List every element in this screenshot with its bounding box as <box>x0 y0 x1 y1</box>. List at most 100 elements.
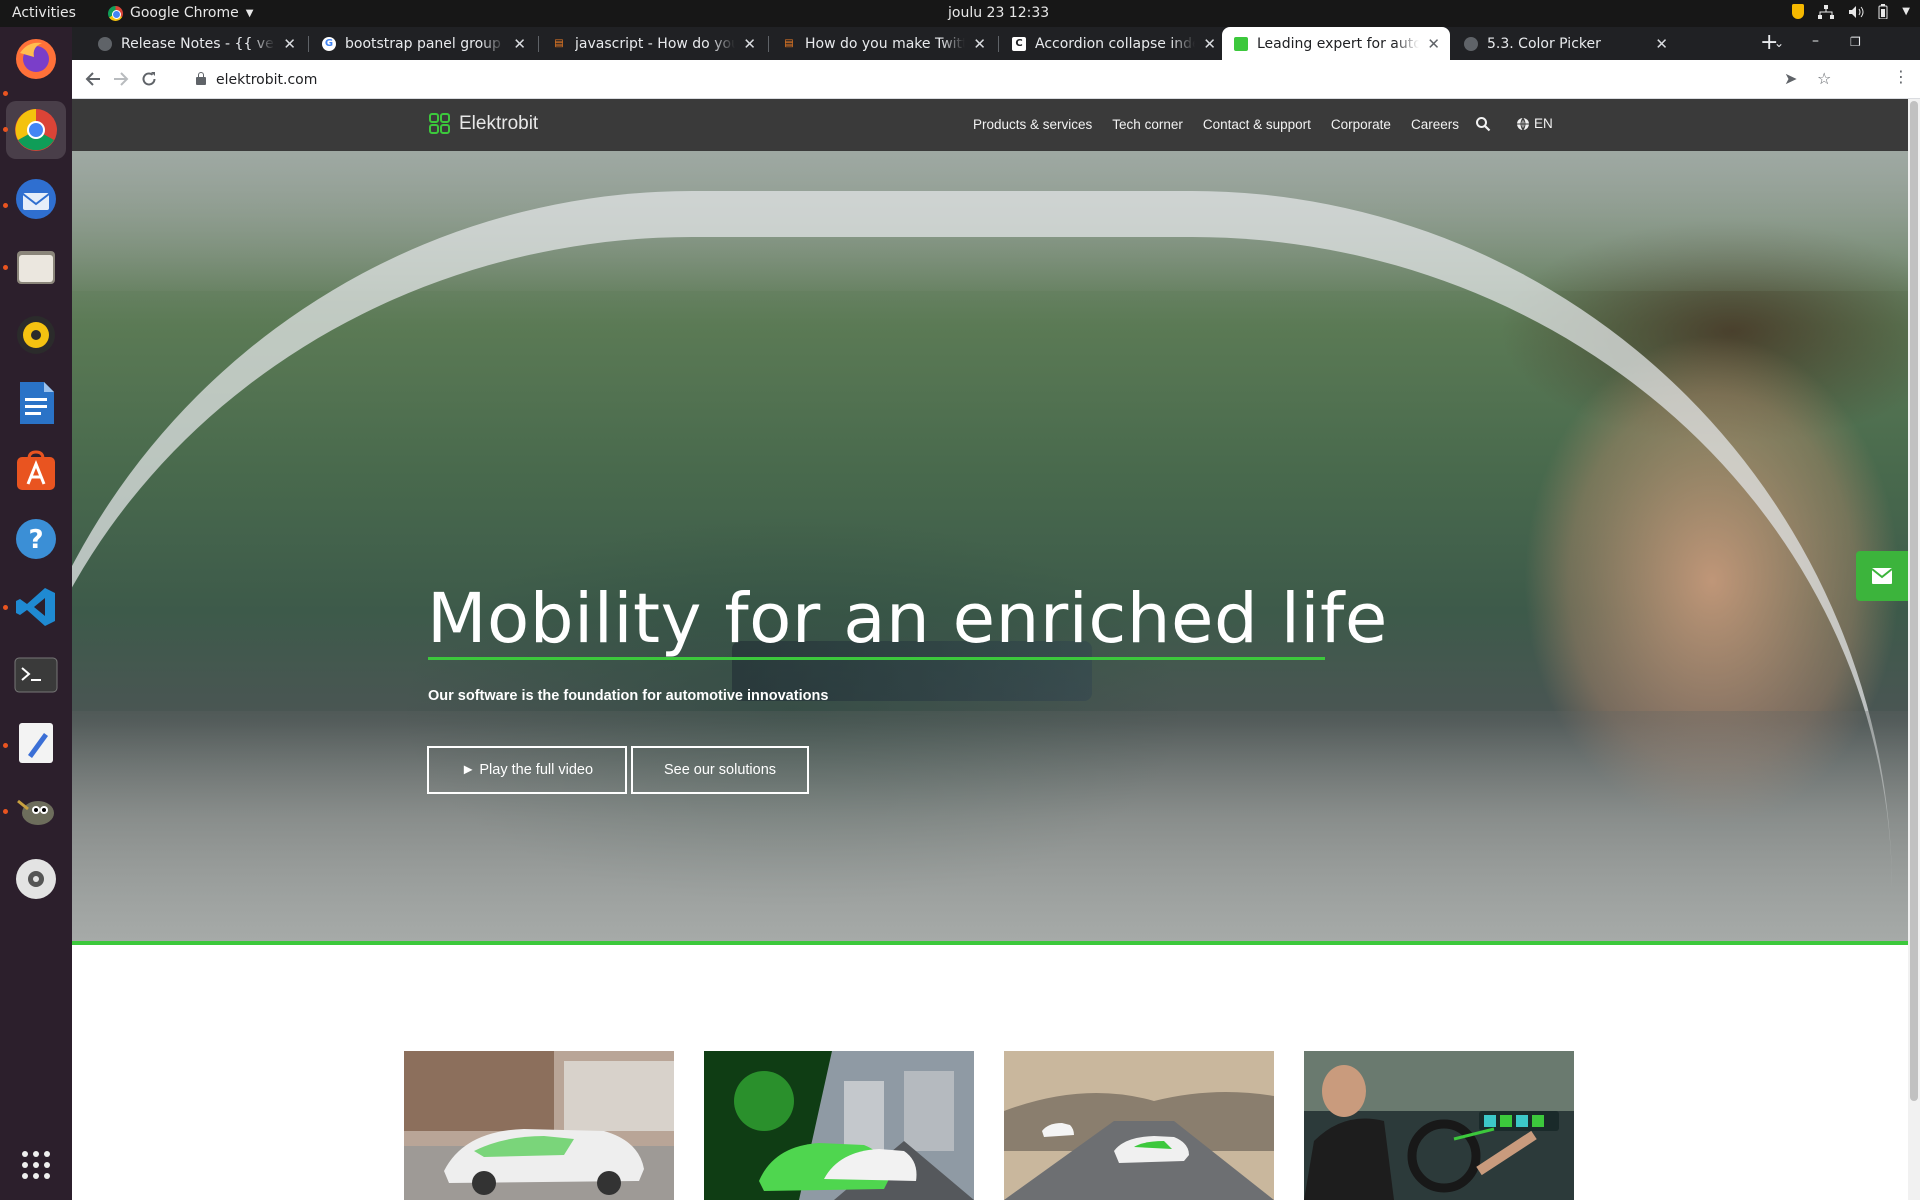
tab-bootstrap-panel[interactable]: G bootstrap panel group hover ✕ <box>310 27 536 60</box>
shield-icon[interactable] <box>1792 4 1805 19</box>
menu-kebab-icon[interactable]: ⋮ <box>1893 67 1909 86</box>
volume-icon[interactable] <box>1848 5 1864 19</box>
dock-terminal[interactable] <box>12 651 60 699</box>
language-label: EN <box>1534 116 1553 131</box>
dock-chrome[interactable] <box>6 101 66 159</box>
tab-javascript-question[interactable]: ▤ javascript - How do you make ✕ <box>540 27 766 60</box>
globe-icon <box>1517 117 1529 130</box>
thunderbird-icon <box>16 179 56 219</box>
feature-card-highway[interactable] <box>1004 1051 1274 1200</box>
forward-button[interactable] <box>110 68 132 90</box>
hero-dashboard <box>72 711 1908 945</box>
tab-elektrobit[interactable]: Leading expert for automotive ✕ <box>1222 27 1450 60</box>
dock-files[interactable] <box>12 243 60 291</box>
tab-label: javascript - How do you make <box>575 35 735 52</box>
disc-icon <box>16 859 56 899</box>
scrollbar-thumb[interactable] <box>1910 101 1918 1101</box>
google-icon: G <box>322 36 336 51</box>
close-tab-icon[interactable]: ✕ <box>513 35 526 53</box>
battery-icon[interactable] <box>1878 4 1888 19</box>
send-icon[interactable]: ➤ <box>1784 69 1797 88</box>
lock-icon[interactable] <box>196 72 206 85</box>
hero-title-underline <box>428 657 1325 660</box>
see-solutions-button[interactable]: See our solutions <box>631 746 809 794</box>
search-icon[interactable] <box>1475 116 1491 132</box>
tab-label: Release Notes - {{ version }} <box>121 35 275 52</box>
dock-thunderbird[interactable] <box>12 175 60 223</box>
close-tab-icon[interactable]: ✕ <box>973 35 986 53</box>
dock-writer[interactable] <box>12 379 60 427</box>
hero-subtitle: Our software is the foundation for autom… <box>428 688 829 704</box>
app-menu[interactable]: Google Chrome ▼ <box>108 5 253 21</box>
dock-text-editor[interactable] <box>12 719 60 767</box>
tab-accordion[interactable]: C Accordion collapse indent ✕ <box>1000 27 1226 60</box>
rhythmbox-icon <box>17 316 55 354</box>
tab-label: How do you make Twitter <box>805 35 966 52</box>
tab-color-picker[interactable]: 5.3. Color Picker ✕ <box>1452 27 1678 60</box>
close-tab-icon[interactable]: ✕ <box>743 35 756 53</box>
chrome-icon <box>15 109 57 151</box>
elektrobit-logo[interactable]: Elektrobit <box>429 113 538 135</box>
minimize-button[interactable]: – <box>1812 33 1819 49</box>
globe-icon <box>1464 36 1478 51</box>
tab-label: Accordion collapse indent <box>1035 35 1195 52</box>
power-menu-icon[interactable]: ▼ <box>1902 6 1910 17</box>
dock-disc[interactable] <box>12 855 60 903</box>
running-indicator <box>3 265 8 270</box>
nav-products-services[interactable]: Products & services <box>973 117 1092 132</box>
nav-tech-corner[interactable]: Tech corner <box>1112 117 1183 132</box>
dock-rhythmbox[interactable] <box>12 311 60 359</box>
brand-name: Elektrobit <box>459 113 539 134</box>
stackoverflow-icon: ▤ <box>784 38 794 49</box>
back-button[interactable] <box>82 68 104 90</box>
app-menu-label: Google Chrome <box>130 5 239 21</box>
close-tab-icon[interactable]: ✕ <box>1655 35 1668 53</box>
feature-card-car-design[interactable] <box>404 1051 674 1200</box>
dock-vscode[interactable] <box>12 583 60 631</box>
dock-software[interactable] <box>12 447 60 495</box>
feature-cards <box>404 1051 1604 1200</box>
page-scrollbar[interactable] <box>1908 99 1920 1200</box>
tab-label: 5.3. Color Picker <box>1487 35 1601 52</box>
dock-help[interactable]: ? <box>12 515 60 563</box>
nav-corporate[interactable]: Corporate <box>1331 117 1391 132</box>
play-video-button[interactable]: ► Play the full video <box>427 746 627 794</box>
close-tab-icon[interactable]: ✕ <box>283 35 296 53</box>
dock-firefox[interactable] <box>12 35 60 83</box>
url-text[interactable]: elektrobit.com <box>216 72 317 88</box>
running-indicator <box>3 91 8 96</box>
running-indicator <box>3 127 8 132</box>
feature-card-cockpit[interactable] <box>1304 1051 1574 1200</box>
tab-label: Leading expert for automotive <box>1257 35 1420 52</box>
reload-button[interactable] <box>138 68 160 90</box>
tab-separator <box>768 36 769 52</box>
system-top-bar: Activities Google Chrome ▼ joulu 23 12:3… <box>0 0 1920 27</box>
contact-button[interactable] <box>1856 551 1908 601</box>
clock[interactable]: joulu 23 12:33 <box>948 5 1049 21</box>
tab-release-notes[interactable]: Release Notes - {{ version }} ✕ <box>86 27 306 60</box>
running-indicator <box>3 203 8 208</box>
language-selector[interactable]: EN <box>1516 116 1553 131</box>
show-applications-button[interactable] <box>12 1141 60 1189</box>
feature-card-autonomous[interactable] <box>704 1051 974 1200</box>
tab-separator <box>308 36 309 52</box>
running-indicator <box>3 605 8 610</box>
activities-button[interactable]: Activities <box>12 5 76 21</box>
software-center-icon <box>17 450 55 490</box>
address-bar[interactable]: elektrobit.com <box>184 65 1874 94</box>
dock-gimp[interactable] <box>12 787 60 835</box>
nav-careers[interactable]: Careers <box>1411 117 1459 132</box>
tab-search-icon[interactable]: ⌄ <box>1774 36 1784 50</box>
network-icon[interactable] <box>1818 4 1835 19</box>
arrow-left-icon <box>85 72 100 86</box>
close-tab-icon[interactable]: ✕ <box>1203 35 1216 53</box>
main-navigation: Products & services Tech corner Contact … <box>973 117 1459 132</box>
nav-contact-support[interactable]: Contact & support <box>1203 117 1311 132</box>
arrow-right-icon <box>114 72 129 86</box>
card-image-highway <box>1004 1051 1274 1200</box>
close-tab-icon[interactable]: ✕ <box>1427 35 1440 53</box>
bookmark-star-icon[interactable]: ☆ <box>1817 69 1831 88</box>
system-tray[interactable]: ▼ <box>1792 4 1910 19</box>
maximize-button[interactable]: ❐ <box>1850 35 1861 49</box>
tab-twitter-question[interactable]: ▤ How do you make Twitter ✕ <box>770 27 996 60</box>
